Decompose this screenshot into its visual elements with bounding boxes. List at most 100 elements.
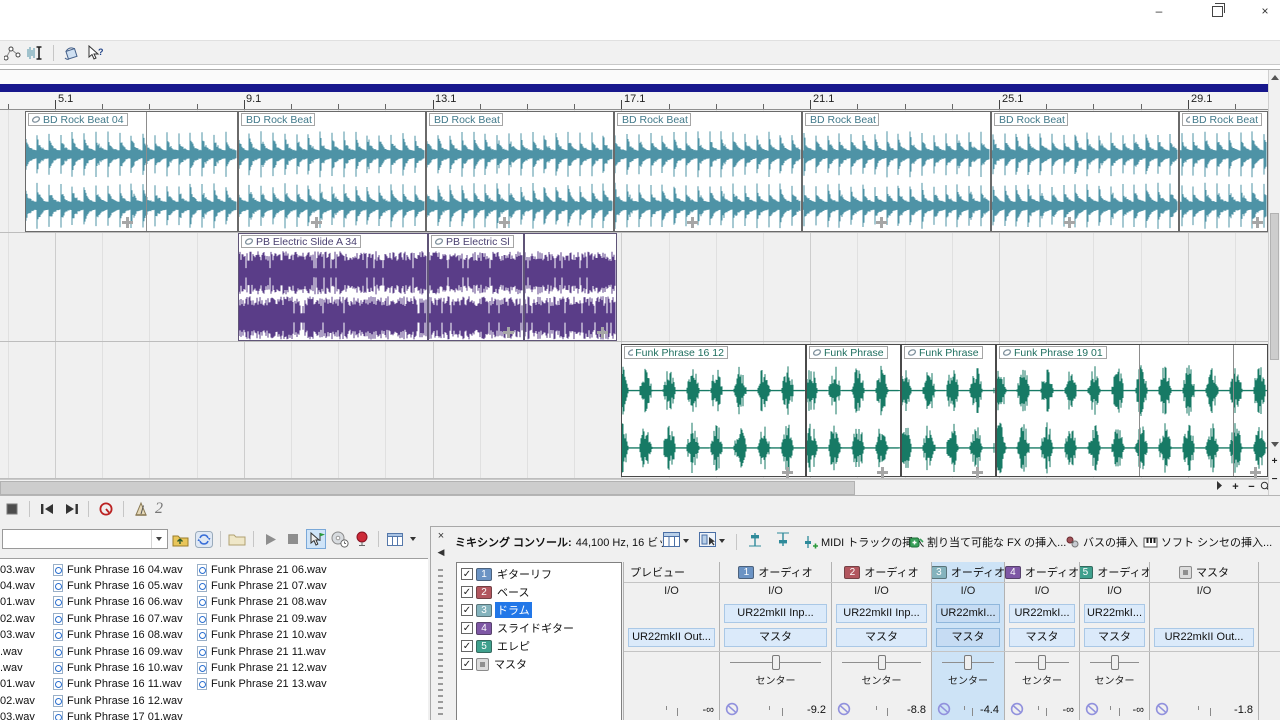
clip-move-handle[interactable] [972, 467, 983, 478]
audio-clip[interactable]: Funk Phrase [806, 344, 901, 477]
parent-folder-icon[interactable] [171, 529, 191, 549]
vertical-zoom-out-button[interactable]: − [1269, 474, 1280, 487]
audio-clip[interactable]: BD Rock Beat [1179, 111, 1268, 232]
file-item[interactable]: Funk Phrase 16 09.wav [53, 644, 183, 659]
track-checkbox[interactable]: ✓ [461, 604, 473, 616]
insert-midi-track-button[interactable]: MIDI トラックの挿入 [803, 533, 924, 551]
audio-clip[interactable]: BD Rock Beat [614, 111, 802, 232]
insert-soft-synth-button[interactable]: ソフト シンセの挿入... [1143, 533, 1272, 551]
view-mode-icon[interactable] [385, 529, 405, 549]
pan-thumb[interactable] [1111, 655, 1119, 670]
output-select-button[interactable]: マスタ [836, 628, 927, 647]
audio-clip[interactable]: BD Rock Beat [991, 111, 1179, 232]
mixer-track-row[interactable]: ✓4スライドギター [457, 619, 621, 637]
file-item[interactable]: Funk Phrase 16 08.wav [53, 628, 183, 643]
file-item[interactable]: Funk Phrase 21 07.wav [197, 578, 327, 593]
mixer-track-row[interactable]: ✓3ドラム [457, 601, 621, 619]
go-to-end-button[interactable] [61, 499, 81, 519]
audio-clip[interactable]: Funk Phrase [901, 344, 996, 477]
vertical-scrollbar[interactable]: + − [1268, 70, 1280, 496]
track-checkbox[interactable]: ✓ [461, 640, 473, 652]
mixer-track-list[interactable]: ✓1ギターリフ✓2ベース✓3ドラム✓4スライドギター✓5エレピ✓マスタ [456, 562, 622, 720]
mute-indicator-icon[interactable] [837, 702, 851, 716]
stop-button[interactable] [2, 499, 22, 519]
clip-move-handle[interactable] [499, 217, 510, 228]
audio-clip[interactable]: BD Rock Beat 04 [25, 111, 238, 232]
zoom-in-button[interactable]: + [1228, 481, 1243, 495]
loop-region-bar[interactable] [0, 84, 1268, 92]
insert-bus-button[interactable]: バスの挿入 [1065, 533, 1138, 551]
clip-move-handle[interactable] [311, 217, 322, 228]
vertical-zoom-in-button[interactable]: + [1269, 456, 1280, 469]
audio-clip[interactable]: PB Electric Slide A 34 [238, 233, 428, 341]
file-item[interactable]: 03.wav [0, 628, 35, 643]
file-item[interactable]: Funk Phrase 21 08.wav [197, 595, 327, 610]
output-select-button[interactable]: UR22mkII Out... [628, 628, 715, 647]
file-item[interactable]: 04.wav [0, 578, 35, 593]
close-button[interactable]: × [1250, 2, 1280, 20]
mute-indicator-icon[interactable] [1010, 702, 1024, 716]
refresh-icon[interactable] [194, 529, 214, 549]
file-item[interactable]: 03.wav [0, 562, 35, 577]
file-item[interactable]: .wav [0, 660, 23, 675]
file-item[interactable]: Funk Phrase 16 04.wav [53, 562, 183, 577]
envelope-tool-icon[interactable] [2, 43, 22, 63]
file-item[interactable]: Funk Phrase 17 01.wav [53, 710, 183, 720]
input-select-button[interactable]: UR22mkI... [1084, 604, 1145, 623]
vscroll-down-arrow[interactable] [1271, 442, 1279, 447]
audio-clip[interactable]: Funk Phrase 19 01 [996, 344, 1268, 477]
output-select-button[interactable]: マスタ [936, 628, 1000, 647]
track-lanes[interactable]: BD Rock Beat 04BD Rock BeatBD Rock BeatB… [0, 110, 1268, 479]
file-item[interactable]: Funk Phrase 16 05.wav [53, 578, 183, 593]
input-select-button[interactable]: UR22mkI... [936, 604, 1000, 623]
vscroll-thumb[interactable] [1270, 213, 1279, 360]
mixer-track-row[interactable]: ✓1ギターリフ [457, 565, 621, 583]
pane-close-button[interactable]: × [434, 530, 448, 543]
clip-move-handle[interactable] [597, 327, 608, 338]
metronome-icon[interactable] [131, 499, 151, 519]
time-ruler[interactable]: 5.19.113.117.121.125.129.1 [0, 92, 1268, 110]
insert-assignable-fx-button[interactable]: 割り当て可能な FX の挿入... [909, 533, 1066, 551]
strip-properties-dropdown-arrow[interactable] [719, 539, 725, 543]
mixer-channel-strip[interactable]: 4オーディオI/OUR22mkI...マスタセンター-∞ [1005, 562, 1080, 720]
mixer-channel-strip[interactable]: 1オーディオI/OUR22mkII Inp...マスタセンター-9.2 [720, 562, 832, 720]
track-checkbox[interactable]: ✓ [461, 622, 473, 634]
pan-thumb[interactable] [878, 655, 886, 670]
insert-track-below-icon[interactable] [775, 532, 791, 552]
audio-clip[interactable]: BD Rock Beat [238, 111, 426, 232]
clip-move-handle[interactable] [687, 217, 698, 228]
vscroll-up-arrow[interactable] [1271, 75, 1279, 80]
zoom-out-button[interactable]: − [1244, 481, 1259, 495]
file-item[interactable]: Funk Phrase 16 11.wav [53, 677, 182, 692]
audio-clip[interactable]: BD Rock Beat [802, 111, 991, 232]
file-item[interactable]: 01.wav [0, 677, 35, 692]
paint-tool-icon[interactable] [61, 43, 81, 63]
track-checkbox[interactable]: ✓ [461, 658, 473, 670]
horizontal-scrollbar[interactable]: + − [0, 479, 1268, 496]
output-select-button[interactable]: マスタ [1009, 628, 1075, 647]
address-combobox[interactable] [2, 529, 168, 549]
audio-clip[interactable]: BD Rock Beat [426, 111, 614, 232]
media-manager-icon[interactable] [352, 529, 372, 549]
mute-indicator-icon[interactable] [1155, 702, 1169, 716]
mixer-channel-strip[interactable]: プレビューI/OUR22mkII Out...-∞ [624, 562, 720, 720]
pan-thumb[interactable] [1038, 655, 1046, 670]
audio-clip[interactable] [524, 233, 617, 341]
mixer-channel-strip[interactable]: 5オーディオI/OUR22mkI...マスタセンター-∞ [1080, 562, 1150, 720]
clip-move-handle[interactable] [1064, 217, 1075, 228]
mixer-channel-strip[interactable]: マスタI/OUR22mkII Out...-1.8 [1150, 562, 1259, 720]
file-item[interactable]: Funk Phrase 21 13.wav [197, 677, 327, 692]
clip-move-handle[interactable] [1252, 217, 1263, 228]
event-tool-icon[interactable] [26, 43, 46, 63]
cd-extract-icon[interactable] [329, 529, 349, 549]
output-select-button[interactable]: UR22mkII Out... [1154, 628, 1254, 647]
file-item[interactable]: 02.wav [0, 693, 35, 708]
mixer-channel-strip[interactable]: 2オーディオI/OUR22mkII Inp...マスタセンター-8.8 [832, 562, 932, 720]
output-select-button[interactable]: マスタ [1084, 628, 1145, 647]
console-view-dropdown-arrow[interactable] [683, 539, 689, 543]
input-select-button[interactable]: UR22mkII Inp... [724, 604, 827, 623]
file-item[interactable]: Funk Phrase 21 12.wav [197, 660, 327, 675]
mute-indicator-icon[interactable] [1085, 702, 1099, 716]
mixer-channel-strip[interactable]: 3オーディオI/OUR22mkI...マスタセンター-4.4 [932, 562, 1005, 720]
file-item[interactable]: .wav [0, 644, 23, 659]
